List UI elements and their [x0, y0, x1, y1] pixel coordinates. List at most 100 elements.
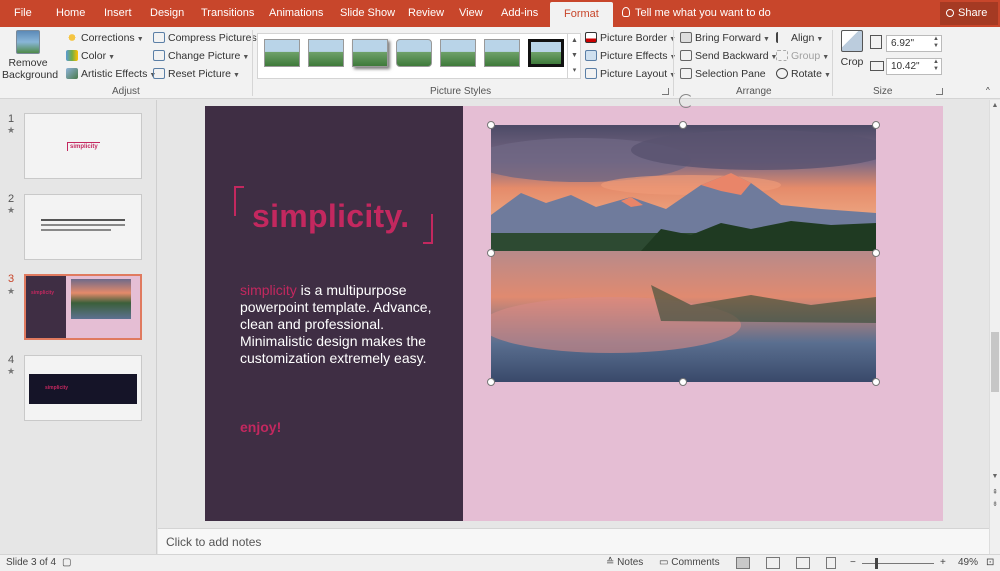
remove-background-button[interactable]: Remove Background [2, 30, 58, 81]
bring-forward-label: Bring Forward [695, 32, 761, 44]
picture-styles-gallery [257, 33, 581, 79]
align-button[interactable]: Align ▼ [776, 30, 823, 46]
notes-pane[interactable]: Click to add notes [158, 528, 989, 554]
previous-slide-icon[interactable]: ⇞ [990, 488, 1000, 496]
color-button[interactable]: Color ▼ [66, 48, 115, 64]
resize-handle[interactable] [487, 378, 495, 386]
crop-icon [841, 30, 863, 52]
fit-to-window-icon[interactable]: ⊡ [986, 555, 994, 571]
tab-insert[interactable]: Insert [104, 0, 132, 27]
slide-thumbnail-4[interactable]: simplicity [24, 355, 142, 421]
picture-layout-icon [585, 68, 597, 79]
size-group-label: Size [873, 86, 893, 97]
picture-styles-group-label: Picture Styles [430, 86, 492, 97]
picture-style-option[interactable] [484, 39, 520, 67]
next-slide-icon[interactable]: ⇟ [990, 500, 1000, 508]
gallery-scroll[interactable]: ▲ ▼ ▾ [567, 33, 581, 79]
scroll-down-icon[interactable]: ▼ [990, 473, 1000, 480]
rotate-button[interactable]: Rotate ▼ [776, 66, 831, 82]
slide-canvas[interactable]: simplicity. simplicity is a multipurpose… [205, 94, 943, 521]
artistic-effects-label: Artistic Effects [81, 68, 148, 80]
resize-handle[interactable] [679, 378, 687, 386]
picture-style-option-selected[interactable] [528, 39, 564, 67]
dialog-launcher-icon[interactable] [936, 88, 943, 95]
rotate-handle-icon[interactable] [679, 94, 693, 108]
zoom-slider-track[interactable] [862, 563, 934, 564]
width-field[interactable]: 10.42" ▲ ▼ [886, 58, 942, 75]
slide-thumbnail-1[interactable]: simplicity [24, 113, 142, 179]
bring-forward-button[interactable]: Bring Forward ▼ [680, 30, 770, 46]
tab-animations[interactable]: Animations [269, 0, 323, 27]
compress-pictures-button[interactable]: Compress Pictures [153, 30, 257, 46]
tab-transitions[interactable]: Transitions [201, 0, 254, 27]
corrections-button[interactable]: Corrections ▼ [66, 30, 144, 46]
comments-toggle-button[interactable]: ▭ Comments [659, 555, 720, 571]
zoom-level[interactable]: 49% [958, 555, 978, 571]
vertical-scrollbar[interactable]: ▲ ▼ ⇞ ⇟ [989, 100, 1000, 554]
slide-title[interactable]: simplicity. [252, 198, 409, 235]
dropdown-arrow-icon: ▼ [136, 36, 144, 43]
picture-style-option[interactable] [308, 39, 344, 67]
resize-handle[interactable] [487, 121, 495, 129]
artistic-effects-button[interactable]: Artistic Effects ▼ [66, 66, 156, 82]
person-icon [946, 9, 954, 17]
slide-sorter-view-icon[interactable] [766, 557, 780, 569]
height-field[interactable]: 6.92" ▲ ▼ [886, 35, 942, 52]
zoom-in-icon[interactable]: + [940, 555, 946, 571]
width-value: 10.42" [891, 61, 920, 72]
reading-view-icon[interactable] [796, 557, 810, 569]
spinner-icon[interactable]: ▲ ▼ [933, 36, 939, 50]
notes-toggle-button[interactable]: ≙ Notes [606, 555, 643, 571]
dialog-launcher-icon[interactable] [662, 88, 669, 95]
picture-style-option[interactable] [352, 39, 388, 67]
tab-slide-show[interactable]: Slide Show [340, 0, 395, 27]
tab-file[interactable]: File [14, 0, 32, 27]
picture-style-option[interactable] [440, 39, 476, 67]
send-backward-button[interactable]: Send Backward ▼ [680, 48, 777, 64]
resize-handle[interactable] [487, 249, 495, 257]
normal-view-icon[interactable] [736, 557, 750, 569]
notes-label: Notes [617, 557, 644, 568]
crop-button[interactable]: Crop [838, 30, 866, 68]
tab-home[interactable]: Home [56, 0, 85, 27]
resize-handle[interactable] [872, 249, 880, 257]
slide-body-text[interactable]: simplicity is a multipurpose powerpoint … [240, 282, 440, 367]
resize-handle[interactable] [872, 378, 880, 386]
dropdown-arrow-icon: ▼ [762, 36, 770, 43]
zoom-out-icon[interactable]: − [850, 555, 856, 571]
tab-view[interactable]: View [459, 0, 483, 27]
tab-review[interactable]: Review [408, 0, 444, 27]
change-picture-button[interactable]: Change Picture ▼ [153, 48, 249, 64]
picture-border-button[interactable]: Picture Border▼ [585, 30, 676, 46]
slide-show-view-icon[interactable] [826, 557, 836, 569]
resize-handle[interactable] [872, 121, 880, 129]
selection-pane-button[interactable]: Selection Pane [680, 66, 766, 82]
change-picture-label: Change Picture [168, 50, 241, 62]
picture-style-option[interactable] [264, 39, 300, 67]
reset-picture-button[interactable]: Reset Picture ▼ [153, 66, 240, 82]
thumbnail-title: simplicity [67, 142, 100, 151]
tell-me-search[interactable]: Tell me what you want to do [622, 0, 771, 27]
selected-landscape-picture[interactable] [491, 125, 876, 382]
collapse-ribbon-icon[interactable]: ^ [986, 83, 990, 99]
slide-enjoy-text[interactable]: enjoy! [240, 419, 281, 435]
scrollbar-thumb[interactable] [991, 332, 999, 392]
slide-thumbnail-2[interactable] [24, 194, 142, 260]
tab-format[interactable]: Format [550, 2, 613, 27]
zoom-slider-knob[interactable] [875, 558, 878, 569]
slide-thumbnail-3[interactable]: simplicity [24, 274, 142, 340]
share-button[interactable]: Share [940, 2, 998, 25]
spelling-check-icon[interactable]: ▢ [62, 555, 71, 571]
scroll-up-icon[interactable]: ▲ [990, 102, 1000, 109]
picture-layout-button[interactable]: Picture Layout▼ [585, 66, 676, 82]
thumbnail-text-line [41, 229, 111, 231]
picture-style-option[interactable] [396, 39, 432, 67]
slide-number: 3 [8, 273, 15, 285]
tab-design[interactable]: Design [150, 0, 184, 27]
resize-handle[interactable] [679, 121, 687, 129]
group-button[interactable]: Group ▼ [776, 48, 829, 64]
spinner-icon[interactable]: ▲ ▼ [933, 59, 939, 73]
tab-add-ins[interactable]: Add-ins [501, 0, 538, 27]
picture-effects-button[interactable]: Picture Effects▼ [585, 48, 676, 64]
ribbon-tab-bar: File Home Insert Design Transitions Anim… [0, 0, 1000, 27]
